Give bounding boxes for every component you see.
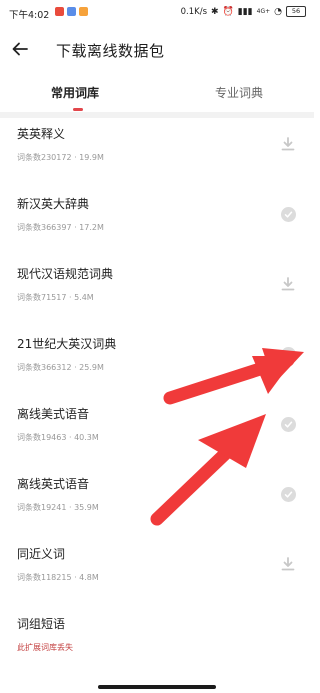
- list-item[interactable]: 离线美式语音 词条数19463 · 40.3M: [0, 398, 314, 468]
- downloaded-indicator: [279, 485, 297, 503]
- alarm-icon: ⏰: [222, 6, 234, 17]
- page-title: 下载离线数据包: [56, 42, 165, 60]
- downloaded-indicator: [279, 345, 297, 363]
- network-type: 4G+: [256, 8, 271, 15]
- item-meta: 词条数366397 · 17.2M: [17, 223, 104, 232]
- home-indicator[interactable]: [98, 685, 216, 689]
- battery-icon: 56: [286, 6, 306, 17]
- status-bar: 下午4:02 0.1K/s ✱ ⏰ ▮▮▮ 4G+ ◔ 56: [0, 0, 314, 26]
- bluetooth-icon: ✱: [211, 6, 219, 17]
- active-tab-indicator: [73, 108, 83, 111]
- item-title: 英英释义: [17, 127, 66, 141]
- item-title: 词组短语: [17, 617, 66, 631]
- item-title: 21世纪大英汉词典: [17, 337, 117, 351]
- item-title: 新汉英大辞典: [17, 197, 90, 211]
- tab-common-dictionaries[interactable]: 常用词库: [51, 84, 99, 101]
- status-time: 下午4:02: [9, 10, 50, 21]
- list-item[interactable]: 英英释义 词条数230172 · 19.9M: [0, 118, 314, 188]
- check-icon: [280, 486, 296, 502]
- item-meta: 词条数71517 · 5.4M: [17, 293, 94, 302]
- download-icon: [281, 137, 295, 151]
- list-item[interactable]: 21世纪大英汉词典 词条数366312 · 25.9M: [0, 328, 314, 398]
- item-title: 现代汉语规范词典: [17, 267, 114, 281]
- tab-professional-dictionaries[interactable]: 专业词典: [215, 84, 263, 101]
- download-button[interactable]: [279, 135, 297, 153]
- back-arrow-icon: [12, 42, 28, 56]
- download-icon: [281, 557, 295, 571]
- app-notification-icon: [55, 7, 64, 16]
- item-meta: 词条数366312 · 25.9M: [17, 363, 104, 372]
- list-item[interactable]: 现代汉语规范词典 词条数71517 · 5.4M: [0, 258, 314, 328]
- download-icon: [281, 277, 295, 291]
- list-item[interactable]: 离线英式语音 词条数19241 · 35.9M: [0, 468, 314, 538]
- network-speed: 0.1K/s: [180, 6, 208, 17]
- item-title: 离线美式语音: [17, 407, 90, 421]
- check-icon: [280, 206, 296, 222]
- downloaded-indicator: [279, 415, 297, 433]
- wifi-icon: ◔: [274, 6, 282, 17]
- check-icon: [280, 346, 296, 362]
- signal-icon: ▮▮▮: [237, 6, 253, 17]
- item-meta: 词条数19463 · 40.3M: [17, 433, 99, 442]
- item-meta: 词条数230172 · 19.9M: [17, 153, 104, 162]
- download-button[interactable]: [279, 275, 297, 293]
- downloaded-indicator: [279, 205, 297, 223]
- back-button[interactable]: [8, 37, 32, 61]
- tab-bar: 常用词库 专业词典: [0, 80, 314, 112]
- item-title: 同近义词: [17, 547, 66, 561]
- list-item[interactable]: 同近义词 词条数118215 · 4.8M: [0, 538, 314, 608]
- item-meta: 词条数118215 · 4.8M: [17, 573, 99, 582]
- app-header: 下载离线数据包: [0, 33, 314, 69]
- item-meta: 词条数19241 · 35.9M: [17, 503, 99, 512]
- item-missing-warning: 此扩展词库丢失: [17, 643, 73, 652]
- list-item[interactable]: 新汉英大辞典 词条数366397 · 17.2M: [0, 188, 314, 258]
- notification-icons: [55, 7, 88, 16]
- item-title: 离线英式语音: [17, 477, 90, 491]
- status-right: 0.1K/s ✱ ⏰ ▮▮▮ 4G+ ◔ 56: [181, 6, 306, 17]
- download-button[interactable]: [279, 555, 297, 573]
- list-item[interactable]: 词组短语 此扩展词库丢失: [0, 608, 314, 678]
- play-notification-icon: [67, 7, 76, 16]
- check-icon: [280, 416, 296, 432]
- app-notification-icon: [79, 7, 88, 16]
